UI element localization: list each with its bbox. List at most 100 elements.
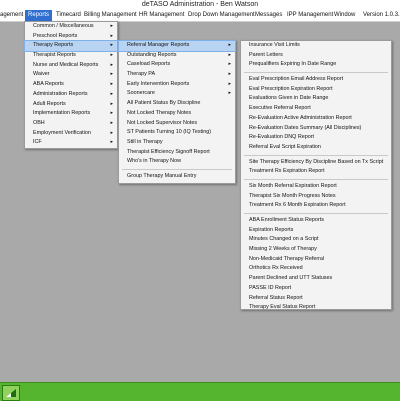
menu-item-waiver[interactable]: Waiver ▸ — [25, 70, 117, 80]
menu-item-label: Treatment Rx 6 Month Expiration Report — [249, 202, 346, 209]
menu-item-eval-prescription-expiration[interactable]: Eval Prescription Expiration Report — [241, 85, 391, 95]
menu-item-label: Re-Evaluation Dates Summary (All Discipl… — [249, 124, 362, 131]
menu-item-therapist-efficiency-signoff[interactable]: Therapist Efficiency Signoff Report — [119, 148, 235, 158]
menu-item-therapist-six-month-progress[interactable]: Therapist Six Month Progress Notes — [241, 192, 391, 202]
menu-item-label: Therapist Efficiency Signoff Report — [127, 148, 210, 155]
menu-item-therapist-reports[interactable]: Therapist Reports ▸ — [25, 51, 117, 61]
menu-item-re-evaluation-dates-summary[interactable]: Re-Evaluation Dates Summary (All Discipl… — [241, 124, 391, 134]
menu-item-label: Executive Referral Report — [249, 105, 311, 112]
menu-item-label: Orthotics Rx Received — [249, 265, 303, 272]
menu-messages[interactable]: Messages — [255, 10, 282, 21]
menu-item-whos-in-therapy-now[interactable]: Who's in Therapy Now — [119, 157, 235, 167]
menu-hr-management[interactable]: HR Management — [139, 10, 184, 21]
menu-item-not-locked-therapy-notes[interactable]: Not Locked Therapy Notes — [119, 109, 235, 119]
menu-version: Version 1.0.3.13 — [363, 12, 400, 18]
menu-separator — [244, 213, 388, 214]
menu-item-label: Site Therapy Efficiency By Discipline Ba… — [249, 158, 384, 165]
menu-item-referral-eval-script-expiration[interactable]: Referral Eval Script Expiration — [241, 143, 391, 153]
chevron-right-icon: ▸ — [110, 139, 113, 146]
window-title-bar: deTASO Administration - Ben Watson — [0, 0, 400, 10]
menu-item-administration-reports[interactable]: Administration Reports ▸ — [25, 90, 117, 100]
menu-item-treatment-rx-6-month-expiration[interactable]: Treatment Rx 6 Month Expiration Report — [241, 201, 391, 211]
menu-item-referral-status-report[interactable]: Referral Status Report — [241, 294, 391, 304]
menu-item-six-month-referral-expiration[interactable]: Six Month Referral Expiration Report — [241, 182, 391, 192]
chevron-right-icon: ▸ — [110, 52, 113, 59]
menu-item-icf[interactable]: ICF ▸ — [25, 138, 117, 148]
menu-item-re-evaluation-dnq[interactable]: Re-Evaluation DNQ Report — [241, 133, 391, 143]
menu-item-label: Referral Status Report — [249, 294, 303, 301]
chevron-right-icon: ▸ — [110, 42, 113, 49]
menu-item-employment-verification[interactable]: Employment Verification ▸ — [25, 129, 117, 139]
menu-item-not-locked-supervisor-notes[interactable]: Not Locked Supervisor Notes — [119, 119, 235, 129]
menu-item-therapy-eval-status-report[interactable]: Therapy Eval Status Report — [241, 303, 391, 313]
menu-item-label: PASSE ID Report — [249, 284, 292, 291]
menu-item-therapy-pa[interactable]: Therapy PA ▸ — [119, 70, 235, 80]
menu-item-label: Prequalifiers Expiring In Date Range — [249, 61, 337, 68]
menu-item-aba-enrollment-status[interactable]: ABA Enrollment Status Reports — [241, 216, 391, 226]
menu-billing-management[interactable]: Billing Management — [84, 10, 137, 21]
taskbar-app-button[interactable] — [2, 385, 20, 401]
menu-ipp-management[interactable]: IPP Management — [287, 10, 333, 21]
menu-item-label: Referral Eval Script Expiration — [249, 143, 321, 150]
menu-item-label: Eval Prescription Email Address Report — [249, 76, 344, 83]
chevron-right-icon: ▸ — [228, 71, 231, 78]
menu-separator — [122, 168, 232, 170]
menu-item-label: ST Patients Turning 10 (IQ Testing) — [127, 129, 211, 136]
menu-item-site-therapy-efficiency[interactable]: Site Therapy Efficiency By Discipline Ba… — [241, 158, 391, 168]
menu-item-label: OBH — [33, 119, 45, 126]
menu-timecard[interactable]: Timecard — [56, 10, 81, 21]
menu-item-obh[interactable]: OBH ▸ — [25, 119, 117, 129]
menu-reports[interactable]: Reports — [25, 10, 53, 21]
menu-item-soonercare[interactable]: Soonercare ▸ — [119, 89, 235, 99]
menu-item-label: All Patient Status By Discipline — [127, 100, 201, 107]
menu-item-minutes-changed-on-script[interactable]: Minutes Changed on a Script — [241, 235, 391, 245]
menu-item-parent-letters[interactable]: Parent Letters — [241, 51, 391, 61]
menu-item-therapy-reports[interactable]: Therapy Reports ▸ — [24, 40, 118, 53]
menu-item-still-in-therapy[interactable]: Still in Therapy — [119, 138, 235, 148]
menu-separator — [244, 72, 388, 74]
menu-item-executive-referral-report[interactable]: Executive Referral Report — [241, 104, 391, 114]
menu-item-treatment-rx-expiration[interactable]: Treatment Rx Expiration Report — [241, 167, 391, 177]
menu-item-label: Soonercare — [127, 90, 155, 97]
menu-item-preschool-reports[interactable]: Preschool Reports ▸ — [25, 32, 117, 42]
menu-item-label: Early Intervention Reports — [127, 80, 190, 87]
menu-item-all-patient-status[interactable]: All Patient Status By Discipline — [119, 99, 235, 109]
menu-window[interactable]: Window — [334, 10, 355, 21]
menu-item-common-misc[interactable]: Common / Miscellaneous ▸ — [25, 22, 117, 32]
menu-item-passe-id-report[interactable]: PASSE ID Report — [241, 284, 391, 294]
menu-item-missing-2-weeks[interactable]: Missing 2 Weeks of Therapy — [241, 245, 391, 255]
menu-item-implementation-reports[interactable]: Implementation Reports ▸ — [25, 109, 117, 119]
menu-item-early-intervention-reports[interactable]: Early Intervention Reports ▸ — [119, 80, 235, 90]
menu-item-evaluations-given[interactable]: Evaluations Given in Date Range — [241, 94, 391, 104]
menu-item-label: Group Therapy Manual Entry — [127, 172, 197, 179]
menu-item-label: Non-Medicaid Therapy Referral — [249, 255, 325, 262]
menu-item-non-medicaid-referral[interactable]: Non-Medicaid Therapy Referral — [241, 255, 391, 265]
menu-item-prequalifiers-expiring[interactable]: Prequalifiers Expiring In Date Range — [241, 60, 391, 70]
menu-item-st-patients-turning-10[interactable]: ST Patients Turning 10 (IQ Testing) — [119, 128, 235, 138]
menu-management[interactable]: agement — [0, 10, 23, 21]
menu-item-parent-declined-utt[interactable]: Parent Declined and UTT Statuses — [241, 274, 391, 284]
menu-item-nurse-medical-reports[interactable]: Nurse and Medical Reports ▸ — [25, 61, 117, 71]
menu-item-label: Parent Declined and UTT Statuses — [249, 275, 333, 282]
menu-separator — [244, 178, 388, 180]
menu-item-expiration-reports[interactable]: Expiration Reports — [241, 226, 391, 236]
menu-item-caseload-reports[interactable]: Caseload Reports ▸ — [119, 60, 235, 70]
menu-item-orthotics-rx-received[interactable]: Orthotics Rx Received — [241, 264, 391, 274]
menu-item-label: Implementation Reports — [33, 110, 91, 117]
therapy-reports-submenu: Referral Manager Reports ▸ Outstanding Re… — [118, 40, 236, 184]
menu-item-label: Still in Therapy — [127, 138, 163, 145]
menu-item-label: Evaluations Given in Date Range — [249, 95, 329, 102]
menu-item-referral-manager-reports[interactable]: Referral Manager Reports ▸ — [118, 40, 236, 52]
menu-item-adult-reports[interactable]: Adult Reports ▸ — [25, 100, 117, 110]
chevron-right-icon: ▸ — [228, 80, 231, 87]
menu-item-outstanding-reports[interactable]: Outstanding Reports ▸ — [119, 51, 235, 61]
menu-item-eval-prescription-email[interactable]: Eval Prescription Email Address Report — [241, 75, 391, 85]
menu-item-insurance-visit-limits[interactable]: Insurance Visit Limits — [241, 41, 391, 51]
menu-item-label: ABA Enrollment Status Reports — [249, 217, 324, 223]
menu-item-label: Common / Miscellaneous — [33, 23, 94, 29]
taskbar — [0, 382, 400, 401]
menu-item-group-therapy-manual-entry[interactable]: Group Therapy Manual Entry — [119, 172, 235, 182]
menu-item-aba-reports[interactable]: ABA Reports ▸ — [25, 80, 117, 90]
menu-item-re-evaluation-active-admin[interactable]: Re-Evaluation Active Administration Repo… — [241, 114, 391, 124]
menu-drop-down-management[interactable]: Drop Down Management — [188, 10, 255, 21]
